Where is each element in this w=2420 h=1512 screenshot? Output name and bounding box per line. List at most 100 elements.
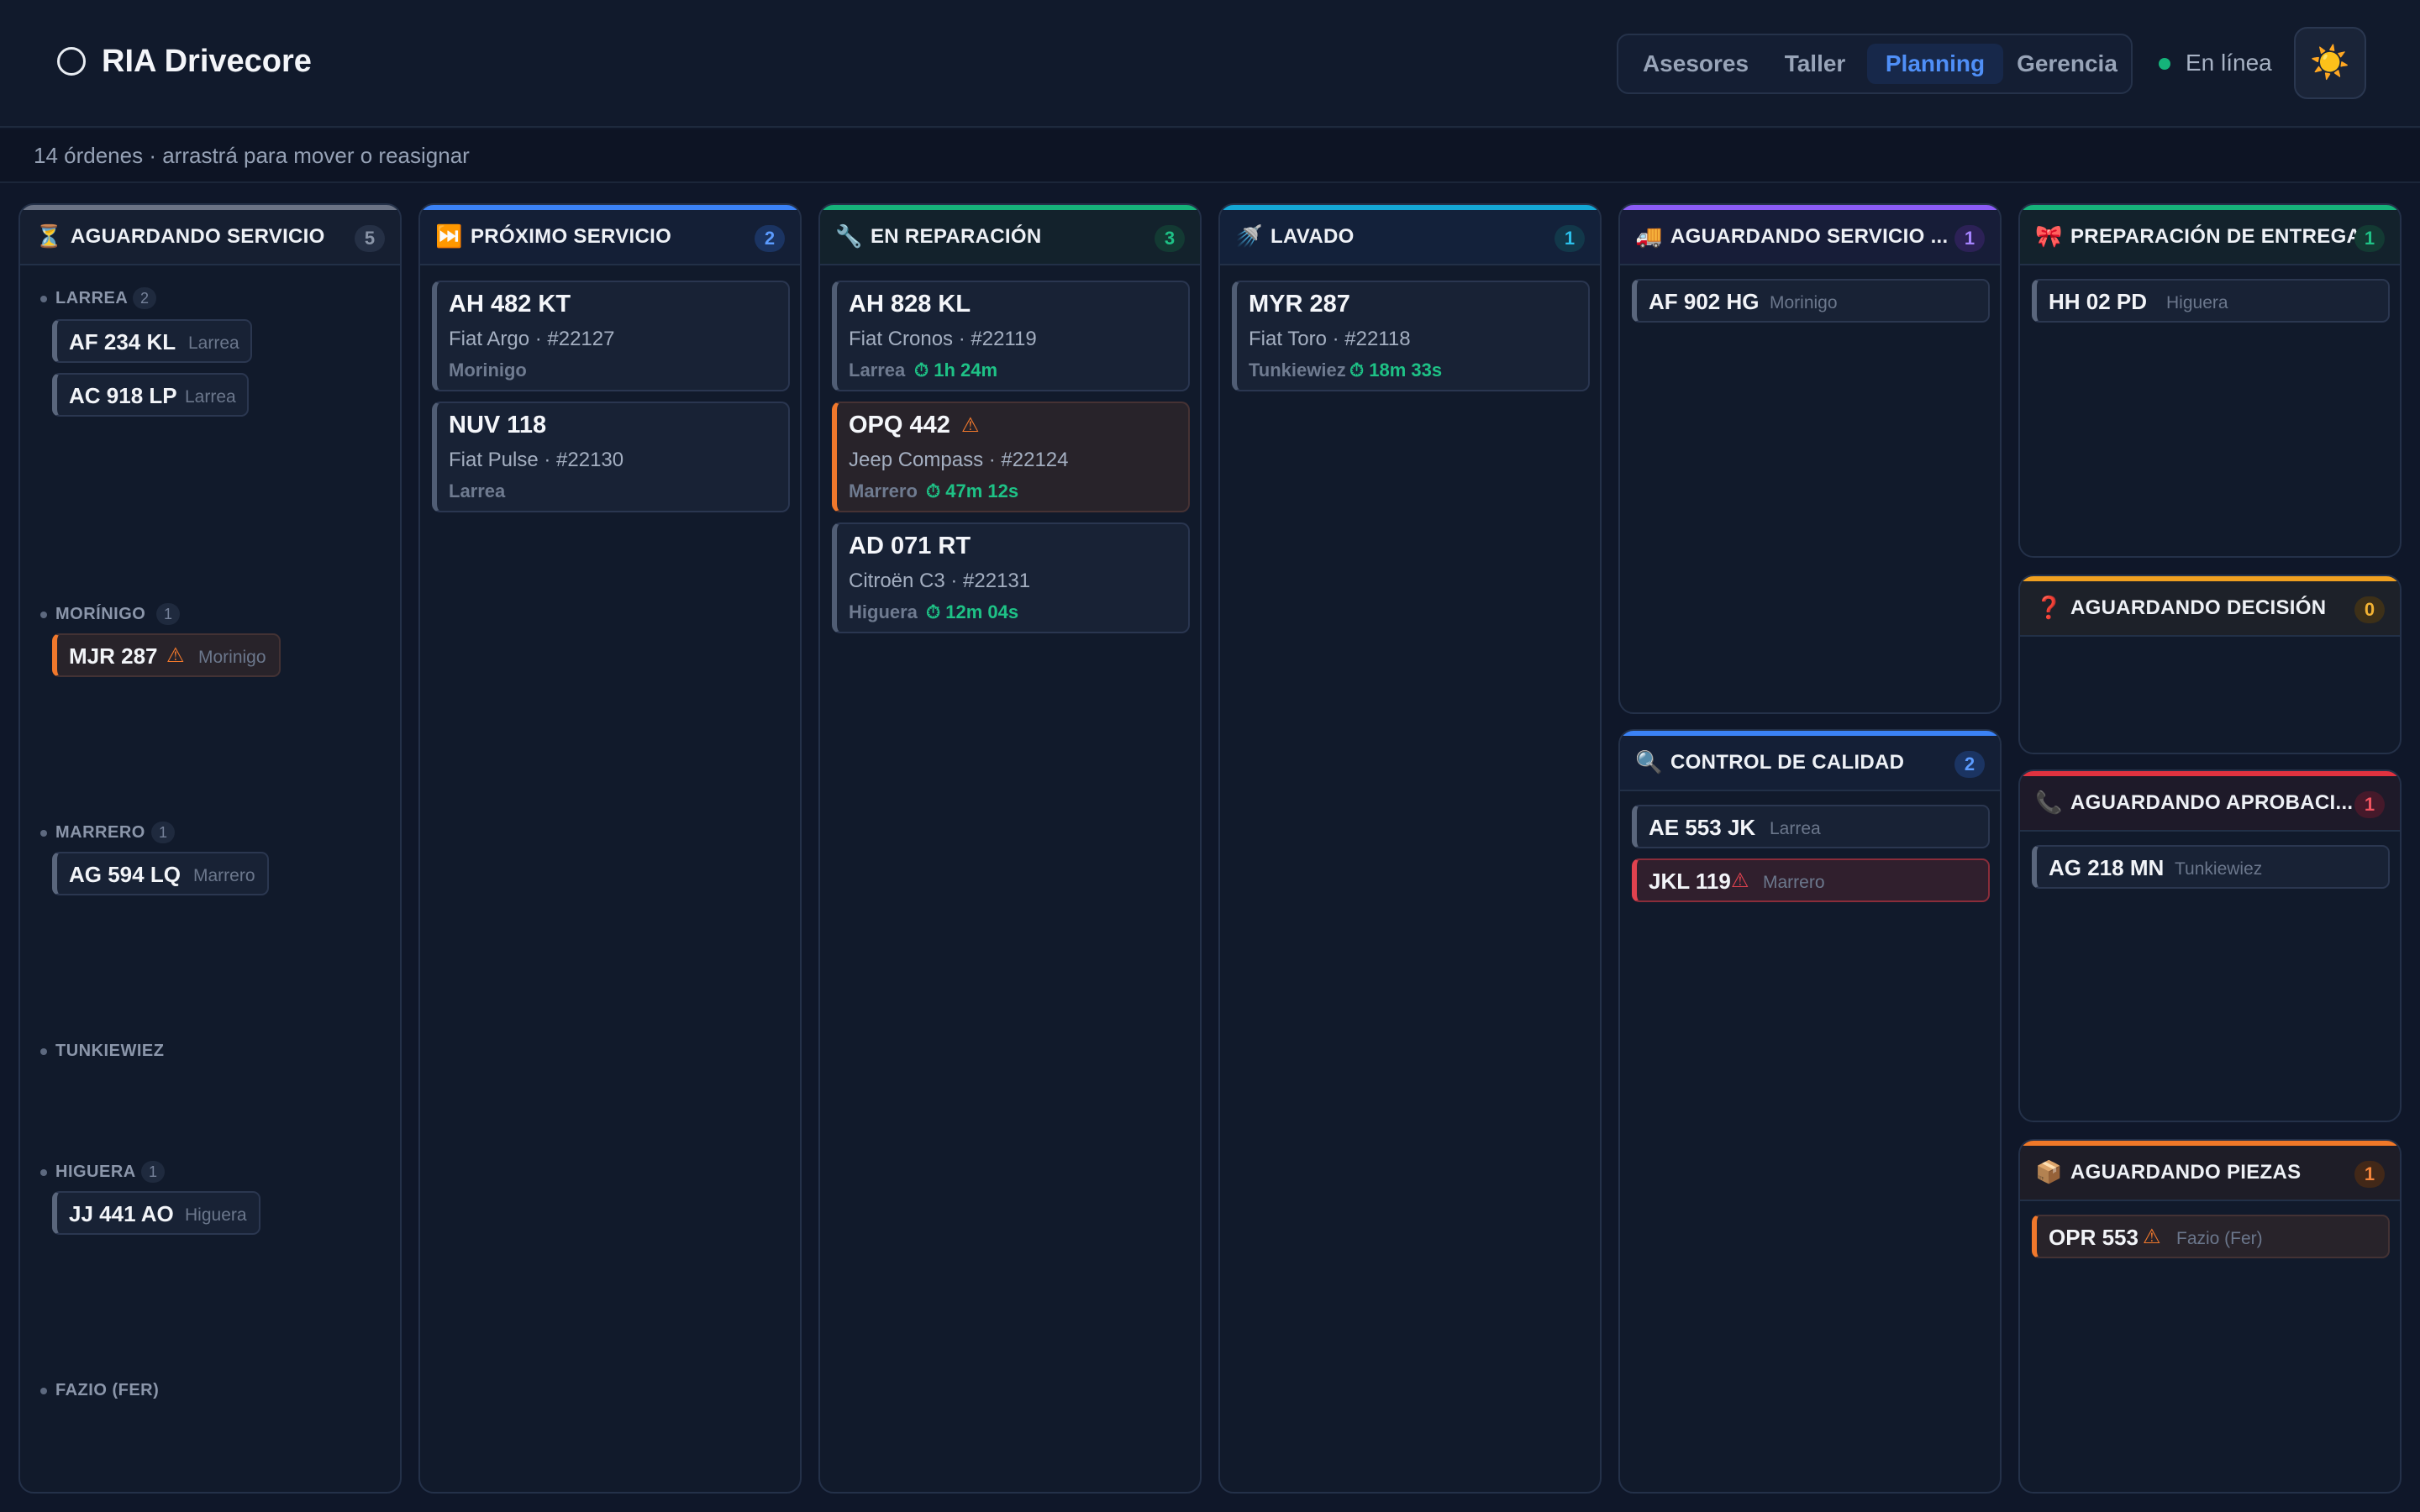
order-chip-warning[interactable]: OPR 553 ⚠ Fazio (Fer) (2032, 1215, 2390, 1258)
order-chip[interactable]: HH 02 PD Higuera (2032, 279, 2390, 323)
group-count-badge: 1 (141, 1161, 166, 1183)
chip-plate: AG 218 MN (2049, 855, 2165, 880)
order-chip[interactable]: AF 234 KL Larrea (52, 319, 252, 363)
group-dot-icon (40, 830, 47, 837)
next-track-icon: ⏭️ (435, 223, 463, 249)
chip-plate: OPR 553 (2049, 1225, 2139, 1250)
card-timer: ⏱ 18m 33s (1349, 360, 1443, 381)
online-status-label: En línea (2186, 50, 2272, 76)
order-card[interactable]: NUV 118 Fiat Pulse · #22130 Larrea (432, 402, 790, 512)
group-label-larrea: LARREA (55, 289, 129, 307)
chip-owner: Morinigo (198, 648, 266, 667)
phone-icon: 📞 (2035, 790, 2063, 815)
chip-plate: AG 594 LQ (69, 862, 181, 887)
group-dot-icon (40, 1048, 47, 1055)
card-advisor: Higuera (849, 601, 918, 622)
group-label-morinigo: MORÍNIGO (55, 605, 146, 623)
group-count-badge: 2 (133, 287, 157, 309)
order-chip-warning[interactable]: MJR 287 ⚠ Morinigo (52, 633, 281, 677)
column-count-badge: 1 (1954, 225, 1985, 252)
card-plate: AH 828 KL (849, 291, 971, 318)
chip-plate: AF 234 KL (69, 329, 176, 354)
column-count-badge: 1 (2354, 791, 2385, 818)
chip-plate: HH 02 PD (2049, 289, 2148, 314)
shower-icon: 🚿 (1235, 223, 1263, 249)
column-title: AGUARDANDO DECISIÓN (2070, 596, 2327, 619)
card-model: Citroën C3 · #22131 (849, 570, 1031, 592)
column-title: EN REPARACIÓN (871, 225, 1042, 248)
group-dot-icon (40, 296, 47, 302)
column-count-badge: 1 (2354, 225, 2385, 252)
card-timer: ⏱ 1h 24m (914, 360, 998, 381)
order-chip-alert[interactable]: JKL 119 ⚠ Marrero (1632, 858, 1990, 902)
column-count-badge: 2 (755, 225, 785, 252)
chip-owner: Tunkiewiez (2175, 859, 2263, 879)
top-header: RIA Drivecore Asesores Taller Planning G… (0, 0, 2420, 128)
magnifier-icon: 🔍 (1635, 749, 1663, 774)
column-count-badge: 1 (1555, 225, 1585, 252)
chip-owner: Larrea (1770, 819, 1821, 838)
column-count-badge: 1 (2354, 1161, 2385, 1188)
chip-owner: Morinigo (1770, 293, 1838, 312)
column-header: ⏳ AGUARDANDO SERVICIO 5 (20, 210, 400, 265)
chip-plate: JKL 119 (1649, 869, 1731, 894)
column-aguardando-piezas: 📦 AGUARDANDO PIEZAS 1 OPR 553 ⚠ Fazio (F… (2018, 1139, 2402, 1494)
order-chip[interactable]: AG 218 MN Tunkiewiez (2032, 845, 2390, 889)
column-header: 🚿 LAVADO 1 (1220, 210, 1600, 265)
column-aguardando-decision: ❓ AGUARDANDO DECISIÓN 0 (2018, 575, 2402, 754)
order-chip[interactable]: AG 594 LQ Marrero (52, 852, 269, 895)
column-header: 📦 AGUARDANDO PIEZAS 1 (2020, 1146, 2400, 1201)
chip-plate: MJR 287 (69, 643, 158, 669)
order-card[interactable]: AD 071 RT Citroën C3 · #22131 Higuera ⏱ … (832, 522, 1190, 633)
theme-toggle-button[interactable]: ☀️ (2294, 27, 2366, 99)
order-card[interactable]: MYR 287 Fiat Toro · #22118 Tunkiewiez ⏱ … (1232, 281, 1590, 391)
group-label-marrero: MARRERO (55, 823, 145, 842)
tab-taller[interactable]: Taller (1768, 44, 1862, 84)
order-chip[interactable]: AC 918 LP Larrea (52, 373, 249, 417)
card-plate: OPQ 442 (849, 412, 950, 438)
chip-owner: Marrero (1763, 873, 1825, 892)
card-plate: NUV 118 (449, 412, 547, 438)
card-timer: ⏱ 12m 04s (926, 601, 1019, 622)
card-advisor: Marrero (849, 480, 918, 501)
order-card-warning[interactable]: OPQ 442 ⚠ Jeep Compass · #22124 Marrero … (832, 402, 1190, 512)
column-title: AGUARDANDO APROBACI... (2070, 791, 2354, 814)
group-dot-icon (40, 1388, 47, 1394)
card-model: Fiat Toro · #22118 (1249, 328, 1411, 350)
column-lavado: 🚿 LAVADO 1 MYR 287 Fiat Toro · #22118 Tu… (1218, 203, 1602, 1494)
card-model: Fiat Cronos · #22119 (849, 328, 1037, 350)
column-title: AGUARDANDO PIEZAS (2070, 1161, 2302, 1184)
column-title: LAVADO (1270, 225, 1355, 248)
online-status-dot-icon (2159, 58, 2170, 70)
chip-plate: AE 553 JK (1649, 815, 1756, 840)
ribbon-icon: 🎀 (2035, 223, 2063, 249)
wrench-icon: 🔧 (835, 223, 863, 249)
column-aguardando-aprobacion: 📞 AGUARDANDO APROBACI... 1 AG 218 MN Tun… (2018, 769, 2402, 1122)
view-switcher: Asesores Taller Planning Gerencia (1617, 34, 2133, 94)
tab-gerencia[interactable]: Gerencia (2008, 44, 2126, 84)
group-dot-icon (40, 1169, 47, 1176)
chip-plate: AF 902 HG (1649, 289, 1760, 314)
column-aguardando-servicio-externo: 🚚 AGUARDANDO SERVICIO ... 1 AF 902 HG Mo… (1618, 203, 2002, 714)
column-header: ⏭️ PRÓXIMO SERVICIO 2 (420, 210, 800, 265)
group-count-badge: 1 (151, 822, 176, 843)
order-chip[interactable]: AF 902 HG Morinigo (1632, 279, 1990, 323)
column-count-badge: 3 (1155, 225, 1185, 252)
order-chip[interactable]: JJ 441 AO Higuera (52, 1191, 260, 1235)
card-plate: AH 482 KT (449, 291, 571, 318)
column-proximo-servicio: ⏭️ PRÓXIMO SERVICIO 2 AH 482 KT Fiat Arg… (418, 203, 802, 1494)
tab-asesores[interactable]: Asesores (1632, 44, 1760, 84)
package-icon: 📦 (2035, 1159, 2063, 1184)
column-preparacion-entrega: 🎀 PREPARACIÓN DE ENTREGA 1 HH 02 PD Higu… (2018, 203, 2402, 558)
group-label-higuera: HIGUERA (55, 1163, 136, 1181)
group-label-fazio: FAZIO (FER) (55, 1381, 160, 1399)
order-chip[interactable]: AE 553 JK Larrea (1632, 805, 1990, 848)
warning-icon: ⚠ (2143, 1226, 2161, 1248)
card-model: Fiat Pulse · #22130 (449, 449, 624, 471)
card-model: Fiat Argo · #22127 (449, 328, 615, 350)
tab-planning[interactable]: Planning (1867, 44, 2003, 84)
order-card[interactable]: AH 482 KT Fiat Argo · #22127 Morinigo (432, 281, 790, 391)
truck-icon: 🚚 (1635, 223, 1663, 249)
column-title: CONTROL DE CALIDAD (1670, 751, 1905, 774)
order-card[interactable]: AH 828 KL Fiat Cronos · #22119 Larrea ⏱ … (832, 281, 1190, 391)
